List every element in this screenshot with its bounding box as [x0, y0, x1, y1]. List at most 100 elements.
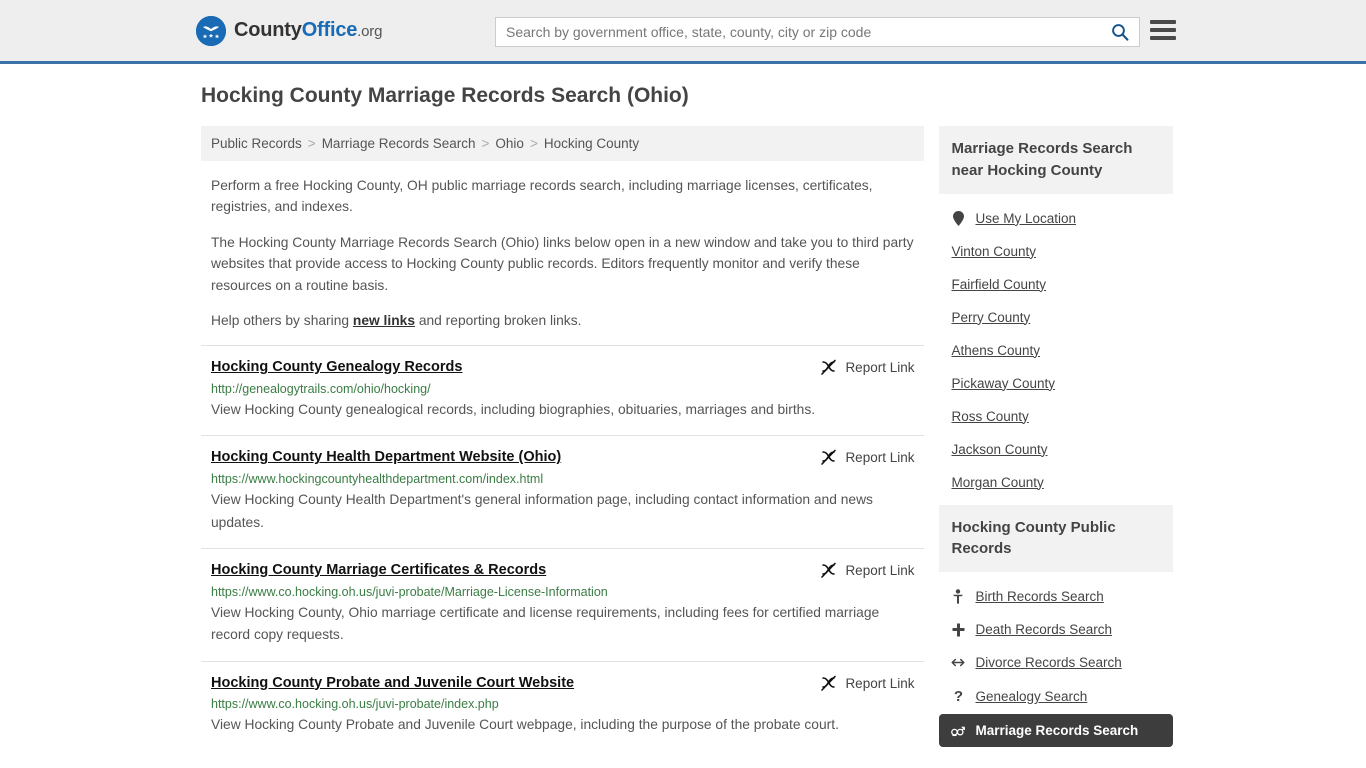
result-item: Hocking County Probate and Juvenile Cour…	[201, 660, 925, 751]
sidebar-item-jackson-county[interactable]: Jackson County	[939, 433, 1173, 466]
site-logo[interactable]: CountyOffice.org	[196, 15, 382, 46]
report-link-button[interactable]: Report Link	[806, 562, 914, 579]
report-link-label: Report Link	[845, 562, 915, 578]
new-links-link[interactable]: new links	[353, 313, 415, 328]
sidebar: Marriage Records Search near Hocking Cou…	[939, 126, 1173, 753]
sidebar-item-use-my-location[interactable]: Use My Location	[939, 202, 1173, 235]
result-title-link[interactable]: Hocking County Marriage Certificates & R…	[211, 561, 546, 580]
logo-text-county: County	[234, 19, 302, 41]
result-item: Hocking County Marriage Certificates & R…	[201, 547, 925, 661]
result-item: Hocking County Health Department Website…	[201, 435, 925, 548]
two-column-layout: Public Records > Marriage Records Search…	[201, 126, 1173, 753]
sidebar-item-marriage-records-search[interactable]: Marriage Records Search	[939, 714, 1173, 747]
broken-link-icon	[821, 562, 837, 578]
sidebar-item-label: Athens County	[951, 342, 1041, 358]
result-header: Hocking County Health Department Website…	[211, 448, 914, 467]
breadcrumb-separator: >	[481, 136, 490, 151]
result-title-link[interactable]: Hocking County Health Department Website…	[211, 448, 561, 467]
eagle-shield-icon	[196, 15, 226, 46]
results-list: Hocking County Genealogy Records Report …	[201, 345, 925, 751]
left-right-arrow-icon	[951, 657, 966, 668]
report-link-button[interactable]: Report Link	[806, 449, 914, 466]
sidebar-item-birth-records-search[interactable]: Birth Records Search	[939, 580, 1173, 613]
logo-text-office: Office	[301, 19, 358, 41]
breadcrumb-item-ohio[interactable]: Ohio	[495, 136, 524, 151]
result-url[interactable]: http://genealogytrails.com/ohio/hocking/	[211, 382, 914, 396]
search-input[interactable]	[496, 24, 1101, 40]
content-container: Hocking County Marriage Records Search (…	[193, 84, 1173, 753]
hamburger-bar	[1150, 20, 1176, 24]
result-item: Hocking County Genealogy Records Report …	[201, 345, 925, 435]
baby-icon	[951, 589, 965, 604]
hamburger-bar	[1150, 36, 1176, 40]
sidebar-item-label: Ross County	[951, 408, 1029, 424]
result-description: View Hocking County Probate and Juvenile…	[211, 717, 839, 733]
breadcrumb-item-marriage-records-search[interactable]: Marriage Records Search	[322, 136, 476, 151]
nearby-county-list: Use My Location Vinton County Fairfield …	[939, 194, 1173, 499]
report-link-button[interactable]: Report Link	[806, 359, 914, 376]
sidebar-item-divorce-records-search[interactable]: Divorce Records Search	[939, 646, 1173, 679]
breadcrumb-item-hocking-county[interactable]: Hocking County	[544, 136, 639, 151]
breadcrumb-separator: >	[307, 136, 316, 151]
result-description: View Hocking County, Ohio marriage certi…	[211, 604, 880, 643]
sidebar-item-label: Birth Records Search	[975, 589, 1104, 604]
result-url[interactable]: https://www.co.hocking.oh.us/juvi-probat…	[211, 697, 914, 711]
intro-paragraph-3: Help others by sharing new links and rep…	[211, 310, 914, 331]
sidebar-item-label: Divorce Records Search	[975, 655, 1122, 670]
sidebar-item-label: Morgan County	[951, 474, 1044, 490]
site-header: CountyOffice.org	[0, 0, 1366, 64]
sidebar-item-ross-county[interactable]: Ross County	[939, 400, 1173, 433]
result-header: Hocking County Probate and Juvenile Cour…	[211, 674, 914, 693]
panel-public-records: Hocking County Public Records Birth Reco…	[939, 504, 1173, 747]
result-url[interactable]: https://www.co.hocking.oh.us/juvi-probat…	[211, 585, 914, 599]
intro-p3-before: Help others by sharing	[211, 312, 353, 328]
result-description: View Hocking County Health Department's …	[211, 492, 873, 530]
result-title-link[interactable]: Hocking County Probate and Juvenile Cour…	[211, 674, 574, 693]
sidebar-item-fairfield-county[interactable]: Fairfield County	[939, 268, 1173, 301]
breadcrumb: Public Records > Marriage Records Search…	[201, 126, 925, 161]
sidebar-item-athens-county[interactable]: Athens County	[939, 334, 1173, 367]
search-button[interactable]	[1101, 18, 1139, 46]
report-link-label: Report Link	[845, 360, 915, 376]
broken-link-icon	[821, 675, 837, 691]
panel-nearby-searches: Marriage Records Search near Hocking Cou…	[939, 126, 1173, 499]
hamburger-bar	[1150, 28, 1176, 32]
intro-section: Perform a free Hocking County, OH public…	[201, 161, 924, 331]
sidebar-item-morgan-county[interactable]: Morgan County	[939, 466, 1173, 499]
report-link-button[interactable]: Report Link	[806, 675, 914, 692]
sidebar-item-perry-county[interactable]: Perry County	[939, 301, 1173, 334]
sidebar-item-label: Vinton County	[951, 243, 1037, 259]
sidebar-item-vinton-county[interactable]: Vinton County	[939, 235, 1173, 268]
sidebar-item-label: Genealogy Search	[975, 689, 1088, 704]
search-icon	[1112, 24, 1129, 41]
breadcrumb-item-public-records[interactable]: Public Records	[211, 136, 302, 151]
result-title-link[interactable]: Hocking County Genealogy Records	[211, 358, 462, 377]
sidebar-item-label: Marriage Records Search	[975, 723, 1139, 738]
report-link-label: Report Link	[845, 450, 915, 466]
result-url[interactable]: https://www.hockingcountyhealthdepartmen…	[211, 472, 914, 486]
main-column: Public Records > Marriage Records Search…	[201, 126, 925, 751]
result-header: Hocking County Genealogy Records Report …	[211, 358, 914, 377]
sidebar-item-label: Jackson County	[951, 441, 1048, 457]
cross-icon	[951, 623, 965, 637]
logo-wordmark: CountyOffice.org	[234, 19, 382, 42]
page-body: Hocking County Marriage Records Search (…	[0, 64, 1366, 753]
sidebar-item-death-records-search[interactable]: Death Records Search	[939, 613, 1173, 646]
intro-paragraph-2: The Hocking County Marriage Records Sear…	[211, 234, 914, 293]
map-pin-icon	[951, 210, 965, 226]
sidebar-item-label: Death Records Search	[975, 622, 1113, 637]
public-records-list: Birth Records Search Death Records Searc…	[939, 572, 1173, 747]
sidebar-item-pickaway-county[interactable]: Pickaway County	[939, 367, 1173, 400]
sidebar-item-genealogy-search[interactable]: ? Genealogy Search	[939, 679, 1173, 714]
result-description: View Hocking County genealogical records…	[211, 402, 816, 418]
male-female-icon	[951, 724, 966, 737]
panel-heading-nearby: Marriage Records Search near Hocking Cou…	[939, 126, 1173, 194]
report-link-label: Report Link	[845, 675, 915, 691]
sidebar-item-label: Perry County	[951, 309, 1031, 325]
broken-link-icon	[821, 450, 837, 466]
page-title: Hocking County Marriage Records Search (…	[201, 84, 689, 107]
hamburger-menu-icon[interactable]	[1150, 20, 1176, 40]
logo-text-org: .org	[357, 23, 383, 40]
sidebar-item-label: Use My Location	[975, 210, 1077, 226]
search-bar[interactable]	[495, 17, 1140, 47]
